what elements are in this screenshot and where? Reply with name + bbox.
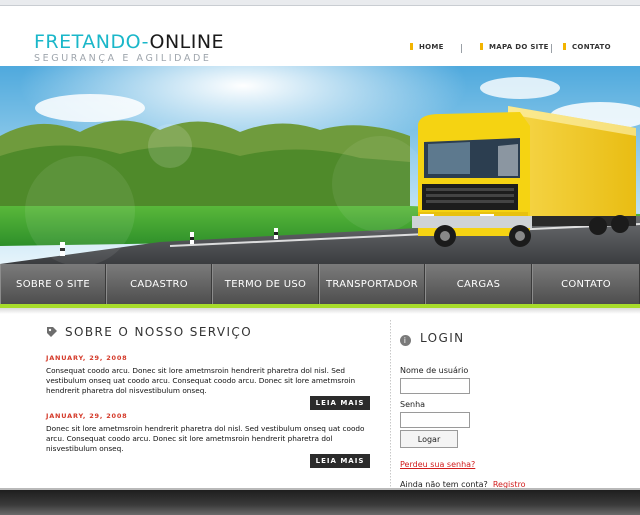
nav-cadastro[interactable]: CADASTRO bbox=[106, 264, 212, 304]
logo-tagline: SEGURANÇA E AGILIDADE bbox=[34, 53, 212, 64]
nav-cargas[interactable]: CARGAS bbox=[425, 264, 532, 304]
info-circle-icon: i bbox=[400, 335, 411, 346]
password-label: Senha bbox=[400, 400, 426, 409]
truck-landscape-image bbox=[0, 66, 640, 264]
topnav-home[interactable]: HOME bbox=[410, 42, 444, 52]
nav-contato[interactable]: CONTATO bbox=[532, 264, 640, 304]
news-date: JANUARY, 29, 2008 bbox=[46, 354, 128, 362]
column-divider bbox=[390, 320, 391, 488]
yellow-bullet-icon bbox=[563, 43, 566, 50]
main-nav: SOBRE O SITE CADASTRO TERMO DE USO TRANS… bbox=[0, 264, 640, 304]
section-title: SOBRE O NOSSO SERVIÇO bbox=[46, 324, 372, 340]
yellow-bullet-icon bbox=[410, 43, 413, 50]
news-text: Donec sit lore ametmsroin hendrerit phar… bbox=[46, 424, 365, 453]
topnav-sitemap[interactable]: MAPA DO SITE bbox=[480, 42, 549, 52]
login-panel: i LOGIN Nome de usuário Senha Logar Perde… bbox=[400, 330, 550, 491]
service-section: SOBRE O NOSSO SERVIÇO JANUARY, 29, 2008 … bbox=[46, 324, 372, 468]
read-more-button[interactable]: LEIA MAIS bbox=[310, 396, 370, 410]
login-title: i LOGIN bbox=[400, 330, 550, 346]
read-more-button[interactable]: LEIA MAIS bbox=[310, 454, 370, 468]
news-text: Consequat coodo arcu. Donec sit lore ame… bbox=[46, 366, 356, 395]
username-label: Nome de usuário bbox=[400, 366, 469, 375]
topnav-contact[interactable]: CONTATO bbox=[563, 42, 611, 52]
news-item: JANUARY, 29, 2008 Donec sit lore ametmsr… bbox=[46, 412, 372, 468]
username-input[interactable] bbox=[400, 378, 470, 394]
forgot-password-row: Perdeu sua senha? bbox=[400, 452, 550, 471]
forgot-password-link[interactable]: Perdeu sua senha? bbox=[400, 460, 475, 469]
top-nav: HOME MAPA DO SITE CONTATO bbox=[0, 42, 640, 54]
news-item: JANUARY, 29, 2008 Consequat coodo arcu. … bbox=[46, 354, 372, 410]
topnav-divider bbox=[461, 44, 462, 53]
hero-banner bbox=[0, 66, 640, 264]
nav-sobre-o-site[interactable]: SOBRE O SITE bbox=[0, 264, 106, 304]
login-button[interactable]: Logar bbox=[400, 430, 458, 448]
footer bbox=[0, 490, 640, 515]
header: FRETANDO-ONLINE SEGURANÇA E AGILIDADE HO… bbox=[0, 6, 640, 66]
news-date: JANUARY, 29, 2008 bbox=[46, 412, 128, 420]
tag-icon bbox=[47, 327, 57, 337]
nav-transportador[interactable]: TRANSPORTADOR bbox=[319, 264, 425, 304]
yellow-bullet-icon bbox=[480, 43, 483, 50]
topnav-divider bbox=[551, 44, 552, 53]
password-input[interactable] bbox=[400, 412, 470, 428]
nav-termo-de-uso[interactable]: TERMO DE USO bbox=[212, 264, 319, 304]
